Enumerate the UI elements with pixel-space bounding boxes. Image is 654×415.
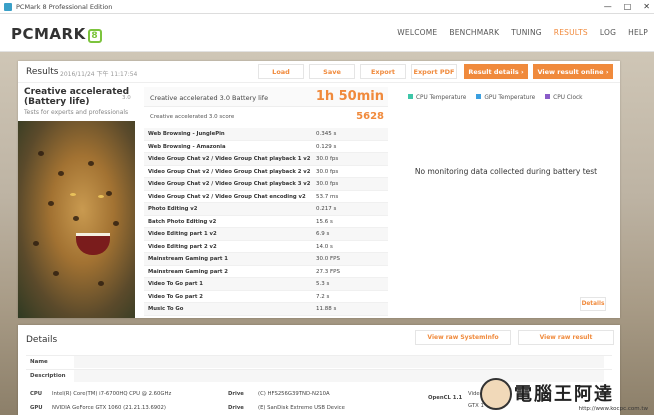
export-button[interactable]: Export <box>360 64 406 79</box>
chevron-right-icon: › <box>605 67 609 76</box>
description-label: Description <box>30 373 66 379</box>
score-label: Creative accelerated 3.0 score <box>150 114 235 120</box>
nav-benchmark[interactable]: BENCHMARK <box>443 28 505 37</box>
name-row: Name <box>26 355 612 368</box>
results-date: 2016/11/24 下午 11:17:54 <box>60 71 138 78</box>
table-row: Video Group Chat v2 / Video Group Chat p… <box>144 153 388 166</box>
save-button[interactable]: Save <box>309 64 355 79</box>
close-icon[interactable]: ✕ <box>643 2 650 11</box>
legend-swatch <box>476 94 482 99</box>
result-details-label: Result details <box>468 67 519 76</box>
opencl-label: OpenCL 1.1 <box>428 395 463 401</box>
table-row: Video To Go part 1 5.3 s <box>144 278 388 291</box>
table-row: Music To Go 11.88 s <box>144 303 388 316</box>
app-header: PCMARK 8 WELCOME BENCHMARK TUNING RESULTS… <box>0 14 654 52</box>
monitoring-legend: CPU Temperature GPU Temperature CPU Cloc… <box>408 94 583 101</box>
maximize-icon[interactable]: □ <box>624 2 632 11</box>
gpu-value: NVIDIA GeForce GTX 1060 (21.21.13.6902) <box>52 405 166 411</box>
logo-text: PCMARK <box>11 25 86 43</box>
legend-cpu-clock[interactable]: CPU Clock <box>545 94 583 101</box>
nav-help[interactable]: HELP <box>622 28 654 37</box>
chevron-right-icon: › <box>520 67 524 76</box>
table-row: Video Editing part 1 v2 6.9 s <box>144 228 388 241</box>
score-value: 5628 <box>356 111 384 122</box>
view-result-online-button[interactable]: View result online › <box>533 64 613 79</box>
table-row: Batch Photo Editing v2 15.6 s <box>144 216 388 228</box>
results-header: Results 2016/11/24 下午 11:17:54 Load Save… <box>18 61 620 83</box>
app-icon <box>4 2 12 11</box>
legend-gpu-temp[interactable]: GPU Temperature <box>476 94 535 101</box>
monitoring-panel: CPU Temperature GPU Temperature CPU Cloc… <box>398 87 614 313</box>
table-row: Mainstream Gaming part 1 30.0 FPS <box>144 253 388 266</box>
nav-tuning[interactable]: TUNING <box>505 28 548 37</box>
legend-cpu-temp[interactable]: CPU Temperature <box>408 94 466 101</box>
drive-label: Drive <box>228 391 244 397</box>
minimize-icon[interactable]: — <box>604 2 612 11</box>
pcmark-logo: PCMARK 8 <box>11 25 102 43</box>
nav-log[interactable]: LOG <box>594 28 622 37</box>
score-box: Creative accelerated 3.0 Battery life 1h… <box>144 87 388 127</box>
watermark-url: http://www.kocpc.com.tw <box>578 406 648 412</box>
load-button[interactable]: Load <box>258 64 304 79</box>
window-titlebar: PCMark 8 Professional Edition — □ ✕ <box>0 0 654 14</box>
result-details-button[interactable]: Result details › <box>464 64 528 79</box>
leopard-image <box>18 121 135 318</box>
drive2-value: (E) SanDisk Extreme USB Device <box>258 405 345 411</box>
cpu-value: Intel(R) Core(TM) i7-6700HQ CPU @ 2.60GH… <box>52 391 172 397</box>
watermark-text: 電腦王阿達 <box>514 384 614 405</box>
results-panel: Results 2016/11/24 下午 11:17:54 Load Save… <box>18 61 620 318</box>
battery-life-value: 1h 50min <box>315 89 384 104</box>
legend-swatch <box>408 94 413 99</box>
window-controls: — □ ✕ <box>604 2 650 11</box>
name-label: Name <box>30 359 48 365</box>
drive2-label: Drive <box>228 405 244 411</box>
table-row: Video Group Chat v2 / Video Group Chat p… <box>144 178 388 191</box>
battery-life-label: Creative accelerated 3.0 Battery life <box>150 94 269 102</box>
legend-swatch <box>545 94 551 99</box>
gpu-label: GPU <box>30 405 43 411</box>
main-nav: WELCOME BENCHMARK TUNING RESULTS LOG HEL… <box>391 28 654 37</box>
table-row: Video Group Chat v2 / Video Group Chat e… <box>144 191 388 203</box>
subtest-table: Web Browsing - JunglePin 0.345 s Web Brow… <box>144 128 388 316</box>
drive-value: (C) HFS256G39TND-N210A <box>258 391 330 397</box>
monitoring-details-button[interactable]: Details <box>580 297 606 311</box>
cpu-label: CPU <box>30 391 43 397</box>
benchmark-subtitle: Tests for experts and professionals <box>24 109 129 116</box>
export-pdf-button[interactable]: Export PDF <box>411 64 457 79</box>
site-watermark: 電腦王阿達 http://www.kocpc.com.tw <box>480 378 650 412</box>
window-title: PCMark 8 Professional Edition <box>16 2 113 11</box>
mascot-logo <box>480 378 512 410</box>
table-row: Video Group Chat v2 / Video Group Chat p… <box>144 166 388 178</box>
nav-welcome[interactable]: WELCOME <box>391 28 443 37</box>
logo-badge: 8 <box>87 29 102 43</box>
benchmark-version: 3.0 <box>122 95 131 101</box>
no-monitoring-data-message: No monitoring data collected during batt… <box>414 167 598 176</box>
nav-results[interactable]: RESULTS <box>548 28 594 37</box>
table-row: Video To Go part 2 7.2 s <box>144 291 388 303</box>
view-online-label: View result online <box>537 67 604 76</box>
view-raw-result-button[interactable]: View raw result <box>518 330 614 345</box>
table-row: Web Browsing - JunglePin 0.345 s <box>144 128 388 141</box>
details-title: Details <box>26 335 58 345</box>
table-row: Web Browsing - Amazonia 0.129 s <box>144 141 388 153</box>
table-row: Mainstream Gaming part 2 27.3 FPS <box>144 266 388 278</box>
view-raw-systeminfo-button[interactable]: View raw SystemInfo <box>415 330 511 345</box>
score-row: Creative accelerated 3.0 score 5628 <box>144 108 388 126</box>
results-title: Results <box>26 67 59 77</box>
battery-life-row: Creative accelerated 3.0 Battery life 1h… <box>144 87 388 107</box>
table-row: Video Editing part 2 v2 14.0 s <box>144 241 388 253</box>
table-row: Photo Editing v2 0.217 s <box>144 203 388 216</box>
name-value-cell <box>74 356 604 368</box>
